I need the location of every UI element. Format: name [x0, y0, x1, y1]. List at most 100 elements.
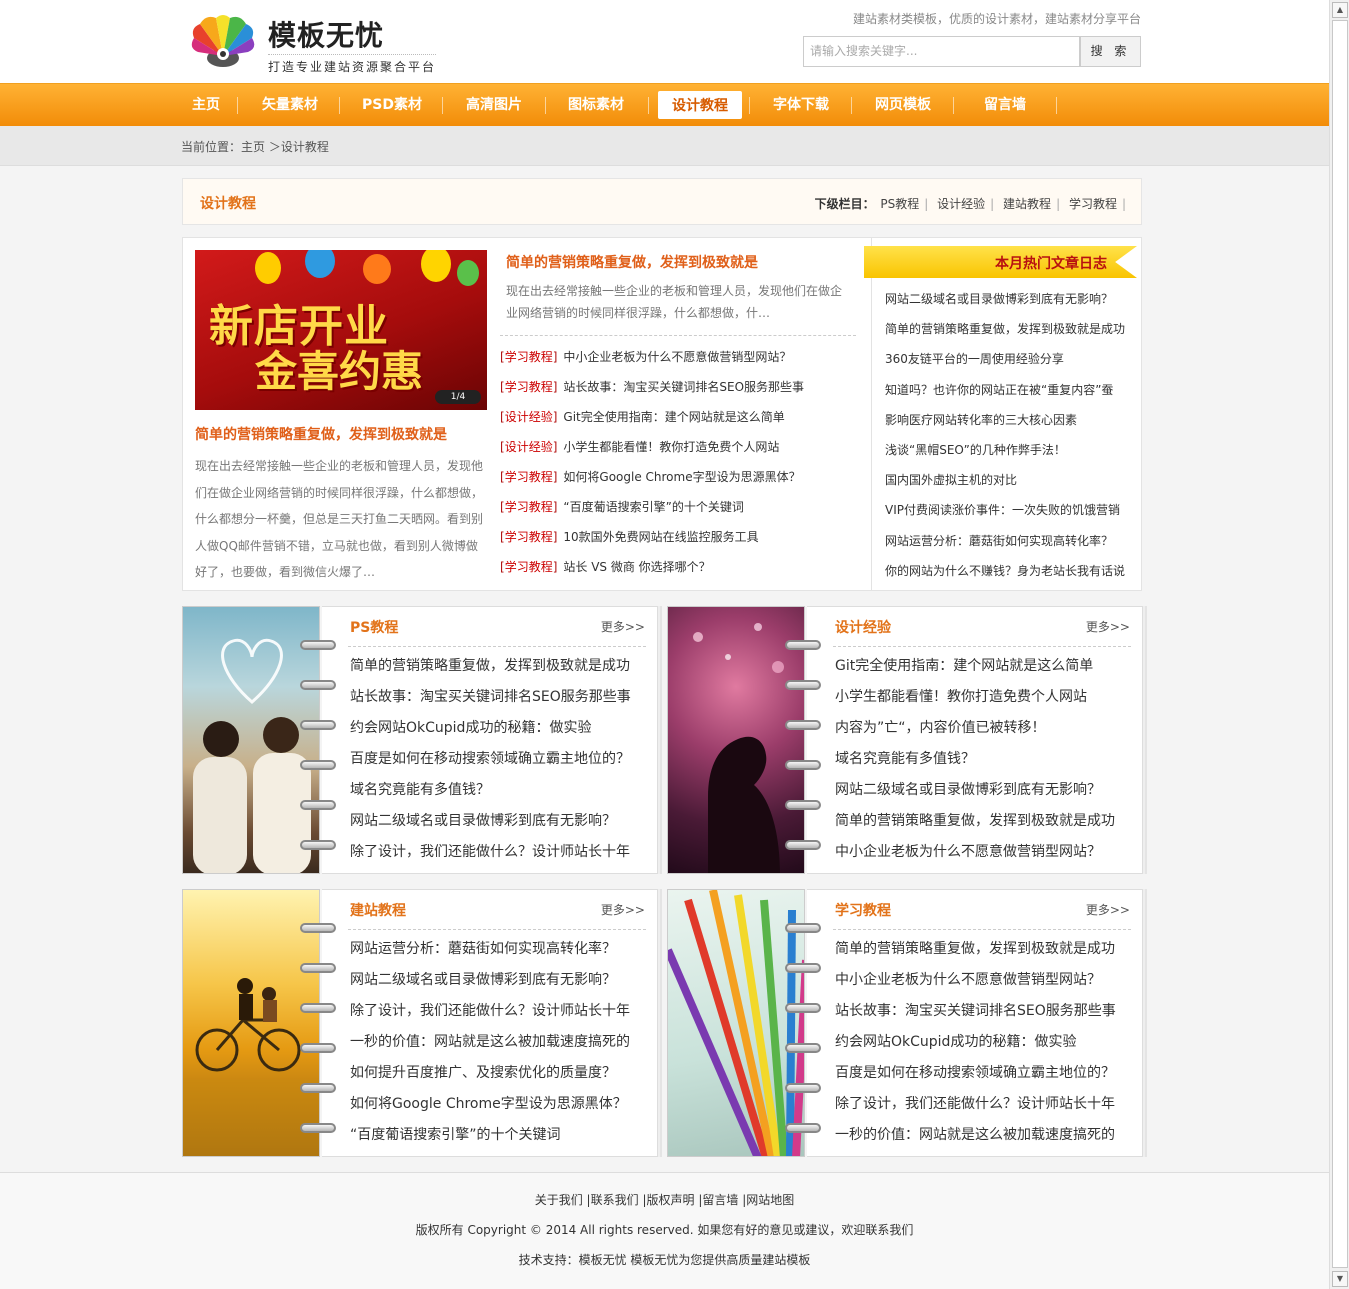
list-item[interactable]: 简单的营销策略重复做，发挥到极致就是成功 — [835, 934, 1135, 965]
list-item[interactable]: [学习教程] “百度葡语搜索引擎”的十个关键词 — [500, 492, 856, 522]
list-item[interactable]: 百度是如何在移动搜索领域确立霸主地位的？ — [835, 1058, 1135, 1089]
panel-title[interactable]: 学习教程 — [835, 900, 891, 920]
list-item[interactable]: [学习教程] 站长 VS 微商 你选择哪个？ — [500, 552, 856, 582]
list-item[interactable]: 站长故事：淘宝买关键词排名SEO服务那些事 — [835, 996, 1135, 1027]
scroll-down-icon[interactable]: ▼ — [1332, 1271, 1348, 1287]
footer-link-copyright[interactable]: 版权声明 — [646, 1193, 694, 1207]
nav-item-psd[interactable]: PSD素材 — [347, 91, 437, 119]
nav-item-icons[interactable]: 图标素材 — [551, 91, 641, 119]
list-item[interactable]: 网站运营分析：蘑菇街如何实现高转化率？ — [350, 934, 650, 965]
list-item[interactable]: 一秒的价值：网站就是这么被加载速度搞死的 — [835, 1120, 1135, 1151]
footer-link-guestbook[interactable]: 留言墙 — [702, 1193, 738, 1207]
list-item[interactable]: 影响医疗网站转化率的三大核心因素 — [885, 405, 1135, 435]
list-item[interactable]: “百度葡语搜索引擎”的十个关键词 — [350, 1120, 650, 1151]
list-item[interactable]: 网站二级域名或目录做博彩到底有无影响？ — [835, 775, 1135, 806]
sub-category-build[interactable]: 建站教程 — [1003, 197, 1051, 211]
article-tag: [学习教程] — [500, 380, 558, 394]
list-item[interactable]: 如何将Google Chrome字型设为思源黑体？ — [350, 1089, 650, 1120]
headline-title[interactable]: 简单的营销策略重复做，发挥到极致就是 — [506, 252, 758, 272]
scroll-thumb[interactable] — [1332, 20, 1348, 1268]
featured-title[interactable]: 简单的营销策略重复做，发挥到极致就是 — [195, 424, 487, 444]
vertical-scrollbar[interactable]: ▲ ▼ — [1329, 0, 1349, 1289]
list-item[interactable]: 百度是如何在移动搜索领域确立霸主地位的？ — [350, 744, 650, 775]
footer-link-sitemap[interactable]: 网站地图 — [746, 1193, 794, 1207]
more-link[interactable]: 更多>> — [601, 618, 645, 635]
article-list: [学习教程] 中小企业老板为什么不愿意做营销型网站？ [学习教程] 站长故事：淘宝买… — [500, 342, 856, 582]
sub-category-learn[interactable]: 学习教程 — [1069, 197, 1117, 211]
list-item[interactable]: 中小企业老板为什么不愿意做营销型网站？ — [835, 837, 1135, 868]
list-item[interactable]: 如何提升百度推广、及搜索优化的质量度？ — [350, 1058, 650, 1089]
list-item[interactable]: VIP付费阅读涨价事件：一次失败的饥饿营销 — [885, 495, 1135, 525]
list-item[interactable]: 除了设计，我们还能做什么？设计师站长十年 — [350, 996, 650, 1027]
footer-link-contact[interactable]: 联系我们 — [591, 1193, 639, 1207]
list-item[interactable]: 网站二级域名或目录做博彩到底有无影响？ — [350, 806, 650, 837]
list-item[interactable]: 简单的营销策略重复做，发挥到极致就是成功 — [350, 651, 650, 682]
breadcrumb[interactable]: 当前位置：主页 ＞设计教程 — [181, 138, 329, 155]
bicycle-photo-icon — [183, 978, 319, 1156]
list-item[interactable]: 国内国外虚拟主机的对比 — [885, 465, 1135, 495]
list-item[interactable]: [设计经验] 小学生都能看懂！教你打造免费个人网站 — [500, 432, 856, 462]
list-item[interactable]: 约会网站OkCupid成功的秘籍：做实验 — [350, 713, 650, 744]
more-link[interactable]: 更多>> — [601, 901, 645, 918]
list-item[interactable]: 浅谈“黑帽SEO”的几种作弊手法！ — [885, 435, 1135, 465]
list-item[interactable]: 约会网站OkCupid成功的秘籍：做实验 — [835, 1027, 1135, 1058]
list-item[interactable]: [学习教程] 10款国外免费网站在线监控服务工具 — [500, 522, 856, 552]
list-item[interactable]: 小学生都能看懂！教你打造免费个人网站 — [835, 682, 1135, 713]
panel-title[interactable]: 建站教程 — [350, 900, 406, 920]
panel-article-list: 网站运营分析：蘑菇街如何实现高转化率？ 网站二级域名或目录做博彩到底有无影响？ … — [350, 934, 650, 1151]
list-item[interactable]: [学习教程] 如何将Google Chrome字型设为思源黑体？ — [500, 462, 856, 492]
nav-item-guestbook[interactable]: 留言墙 — [960, 91, 1050, 119]
panel-title[interactable]: 设计经验 — [835, 617, 891, 637]
list-item[interactable]: Git完全使用指南：建个网站就是这么简单 — [835, 651, 1135, 682]
nav-item-home[interactable]: 主页 — [181, 91, 231, 119]
sub-category-design[interactable]: 设计经验 — [937, 197, 985, 211]
more-link[interactable]: 更多>> — [1086, 901, 1130, 918]
binder-ring-icon — [300, 760, 336, 770]
peacock-logo-icon — [191, 15, 255, 67]
list-item[interactable]: 360友链平台的一周使用经验分享 — [885, 344, 1135, 374]
article-tag: [设计经验] — [500, 440, 558, 454]
list-item[interactable]: 中小企业老板为什么不愿意做营销型网站？ — [835, 965, 1135, 996]
sub-category-ps[interactable]: PS教程 — [880, 197, 919, 211]
nav-item-photos[interactable]: 高清图片 — [449, 91, 539, 119]
panel-title[interactable]: PS教程 — [350, 617, 398, 637]
list-item[interactable]: 网站运营分析：蘑菇街如何实现高转化率？ — [885, 526, 1135, 556]
list-item[interactable]: 你的网站为什么不赚钱？身为老站长我有话说 — [885, 556, 1135, 586]
balloon-icon — [305, 250, 335, 278]
pencils-photo-icon — [668, 890, 804, 1156]
list-item[interactable]: 除了设计，我们还能做什么？设计师站长十年 — [835, 1089, 1135, 1120]
footer-links: 关于我们 |联系我们 |版权声明 |留言墙 |网站地图 — [0, 1191, 1329, 1208]
search-input[interactable]: 请输入搜索关键字... — [803, 36, 1080, 67]
nav-item-fonts[interactable]: 字体下载 — [756, 91, 846, 119]
panel-paper: PS教程 更多>> 简单的营销策略重复做，发挥到极致就是成功 站长故事：淘宝买关… — [322, 606, 658, 874]
breadcrumb-bar: 当前位置：主页 ＞设计教程 — [0, 126, 1329, 166]
list-item[interactable]: 域名究竟能有多值钱？ — [835, 744, 1135, 775]
search-button[interactable]: 搜 索 — [1080, 36, 1141, 67]
nav-item-templates[interactable]: 网页模板 — [858, 91, 948, 119]
list-item[interactable]: 简单的营销策略重复做，发挥到极致就是成功 — [885, 314, 1135, 344]
nav-item-tutorials[interactable]: 设计教程 — [658, 91, 742, 119]
binder-ring-icon — [300, 680, 336, 690]
list-item[interactable]: 站长故事：淘宝买关键词排名SEO服务那些事 — [350, 682, 650, 713]
binder-ring-icon — [785, 963, 821, 973]
list-item[interactable]: 知道吗？也许你的网站正在被“重复内容”蚕 — [885, 375, 1135, 405]
list-item[interactable]: 一秒的价值：网站就是这么被加载速度搞死的 — [350, 1027, 650, 1058]
list-item[interactable]: [设计经验] Git完全使用指南：建个网站就是这么简单 — [500, 402, 856, 432]
nav-item-vector[interactable]: 矢量素材 — [245, 91, 335, 119]
site-logo[interactable]: 模板无忧 打造专业建站资源聚合平台 — [186, 12, 436, 74]
list-item[interactable]: 网站二级域名或目录做博彩到底有无影响？ — [350, 965, 650, 996]
scroll-up-icon[interactable]: ▲ — [1332, 2, 1348, 18]
list-item[interactable]: 网站二级域名或目录做博彩到底有无影响？ — [885, 284, 1135, 314]
slide-pager[interactable]: 1/4 — [435, 390, 481, 404]
more-link[interactable]: 更多>> — [1086, 618, 1130, 635]
panel-paper: 学习教程 更多>> 简单的营销策略重复做，发挥到极致就是成功 中小企业老板为什么… — [807, 889, 1143, 1157]
separator: | — [990, 197, 995, 211]
list-item[interactable]: 内容为”亡“，内容价值已被转移！ — [835, 713, 1135, 744]
list-item[interactable]: 域名究竟能有多值钱？ — [350, 775, 650, 806]
list-item[interactable]: 简单的营销策略重复做，发挥到极致就是成功 — [835, 806, 1135, 837]
list-item[interactable]: [学习教程] 中小企业老板为什么不愿意做营销型网站？ — [500, 342, 856, 372]
slideshow-banner[interactable]: 新店开业 金喜约惠 1/4 — [195, 250, 487, 410]
list-item[interactable]: 除了设计，我们还能做什么？设计师站长十年 — [350, 837, 650, 868]
list-item[interactable]: [学习教程] 站长故事：淘宝买关键词排名SEO服务那些事 — [500, 372, 856, 402]
footer-link-about[interactable]: 关于我们 — [535, 1193, 583, 1207]
